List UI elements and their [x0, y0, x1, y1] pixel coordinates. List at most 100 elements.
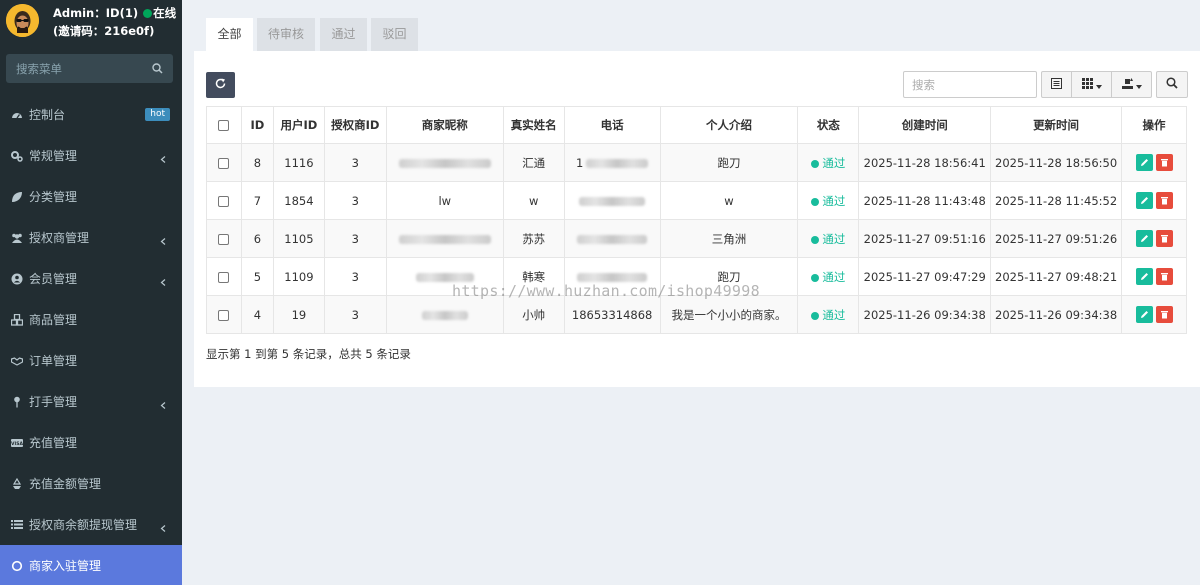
pencil-icon	[1140, 311, 1148, 318]
delete-button[interactable]	[1155, 154, 1173, 171]
realname-cell: 苏苏	[502, 219, 565, 258]
status-label[interactable]: 通过	[822, 156, 845, 170]
column-header[interactable]: ID	[240, 106, 274, 144]
actions-cell	[1121, 295, 1187, 334]
column-header[interactable]: 状态	[797, 106, 860, 144]
delete-button[interactable]	[1155, 268, 1173, 285]
user-info: Admin：ID(1) 在线 (邀请码：216e0f)	[53, 4, 176, 40]
sidebar-item-players[interactable]: 打手管理	[0, 381, 182, 422]
edit-button[interactable]	[1135, 192, 1153, 209]
phone-cell: 18653314868	[563, 295, 661, 334]
blurred-text	[415, 272, 474, 282]
delete-button[interactable]	[1155, 230, 1173, 247]
sidebar-menu: 控制台 hot 常规管理 分类管理 授权商管理 会员管理 商品管理 订单管理 打…	[0, 94, 182, 585]
column-header[interactable]: 电话	[563, 106, 661, 144]
created-time-cell: 2025-11-26 09:34:38	[858, 295, 992, 334]
refresh-button[interactable]	[206, 72, 235, 98]
status-label[interactable]: 通过	[822, 232, 845, 246]
status-label[interactable]: 通过	[822, 270, 845, 284]
row-checkbox[interactable]	[218, 309, 230, 321]
agent-id-cell: 3	[323, 143, 387, 182]
updated-time-cell: 2025-11-28 18:56:50	[990, 143, 1122, 182]
tab-pending[interactable]: 待审核	[257, 18, 315, 51]
circle-o-icon	[11, 560, 23, 572]
column-header[interactable]: 创建时间	[858, 106, 992, 144]
pencil-icon	[1140, 235, 1148, 242]
edit-button[interactable]	[1135, 268, 1153, 285]
realname-cell: 汇通	[502, 143, 565, 182]
delete-button[interactable]	[1155, 192, 1173, 209]
trash-icon	[1160, 235, 1168, 243]
status-label[interactable]: 通过	[822, 308, 845, 322]
status-label[interactable]: 通过	[822, 194, 845, 208]
sidebar-item-members[interactable]: 会员管理	[0, 258, 182, 299]
sidebar-item-orders[interactable]: 订单管理	[0, 340, 182, 381]
recycle-icon	[11, 477, 23, 490]
export-dropdown-button[interactable]	[1112, 72, 1151, 97]
toggle-view-button[interactable]	[1042, 72, 1072, 97]
id-cell: 7	[240, 181, 274, 220]
column-header[interactable]: 更新时间	[990, 106, 1122, 144]
row-checkbox[interactable]	[218, 195, 230, 207]
sidebar-item-category[interactable]: 分类管理	[0, 176, 182, 217]
row-checkbox[interactable]	[218, 157, 230, 169]
created-time-cell: 2025-11-28 11:43:48	[858, 181, 992, 220]
chevron-left-icon	[160, 234, 167, 245]
phone-cell	[563, 219, 661, 258]
nickname-cell: lw	[385, 181, 504, 220]
sidebar-item-label: 会员管理	[29, 272, 78, 286]
status-dot	[811, 235, 820, 244]
row-select-cell	[206, 219, 242, 258]
table-row: 7 1854 3 lw w w 通过 2025-11-28 11:43:48 2…	[206, 181, 1187, 220]
cogs-icon	[11, 150, 23, 162]
sidebar-item-general[interactable]: 常规管理	[0, 135, 182, 176]
intro-cell: 三角洲	[659, 219, 799, 258]
tab-approved[interactable]: 通过	[320, 18, 367, 51]
blurred-text	[586, 158, 649, 168]
chevron-left-icon	[160, 152, 167, 163]
select-all-checkbox[interactable]	[218, 120, 230, 131]
user-id-cell: 1105	[272, 219, 325, 258]
advanced-search-button[interactable]	[1156, 71, 1188, 98]
trash-icon	[1160, 197, 1168, 205]
sidebar-item-merchant-settle[interactable]: 商家入驻管理	[0, 545, 182, 585]
search-icon[interactable]	[152, 63, 163, 74]
refresh-icon	[215, 78, 226, 92]
sidebar-item-products[interactable]: 商品管理	[0, 299, 182, 340]
row-checkbox[interactable]	[218, 233, 230, 245]
phone-cell: 1	[563, 143, 661, 182]
agent-id-cell: 3	[323, 219, 387, 258]
online-status-label: 在线	[153, 6, 177, 20]
tab-all[interactable]: 全部	[206, 18, 253, 51]
delete-button[interactable]	[1155, 306, 1173, 323]
table-row: 6 1105 3 苏苏 三角洲 通过 2025-11-27 09:51:16 2…	[206, 219, 1187, 258]
edit-button[interactable]	[1135, 306, 1153, 323]
blurred-text	[398, 158, 491, 168]
column-header[interactable]: 个人介绍	[659, 106, 799, 144]
sidebar-item-recharge[interactable]: VISA 充值管理	[0, 422, 182, 463]
grid-icon	[1081, 77, 1093, 92]
row-select-cell	[206, 143, 242, 182]
sidebar-item-recharge-amount[interactable]: 充值金额管理	[0, 463, 182, 504]
updated-time-cell: 2025-11-28 11:45:52	[990, 181, 1122, 220]
sidebar-item-dashboard[interactable]: 控制台 hot	[0, 94, 182, 135]
row-select-cell	[206, 181, 242, 220]
sidebar-item-withdrawal[interactable]: 授权商余额提现管理	[0, 504, 182, 545]
tab-rejected[interactable]: 驳回	[371, 18, 418, 51]
column-header[interactable]: 用户ID	[272, 106, 325, 144]
edit-button[interactable]	[1135, 230, 1153, 247]
avatar[interactable]	[6, 4, 39, 37]
column-header[interactable]: 授权商ID	[323, 106, 387, 144]
row-checkbox[interactable]	[218, 271, 230, 283]
table-search	[903, 71, 1037, 98]
column-header[interactable]: 商家昵称	[385, 106, 504, 144]
columns-dropdown-button[interactable]	[1072, 72, 1112, 97]
nickname-cell	[385, 257, 504, 296]
users-icon	[11, 232, 23, 244]
table-search-input[interactable]	[904, 72, 1036, 97]
edit-button[interactable]	[1135, 154, 1153, 171]
sidebar-item-agents[interactable]: 授权商管理	[0, 217, 182, 258]
column-header[interactable]: 真实姓名	[502, 106, 565, 144]
menu-search-input[interactable]	[6, 54, 173, 83]
user-id-cell: 19	[272, 295, 325, 334]
